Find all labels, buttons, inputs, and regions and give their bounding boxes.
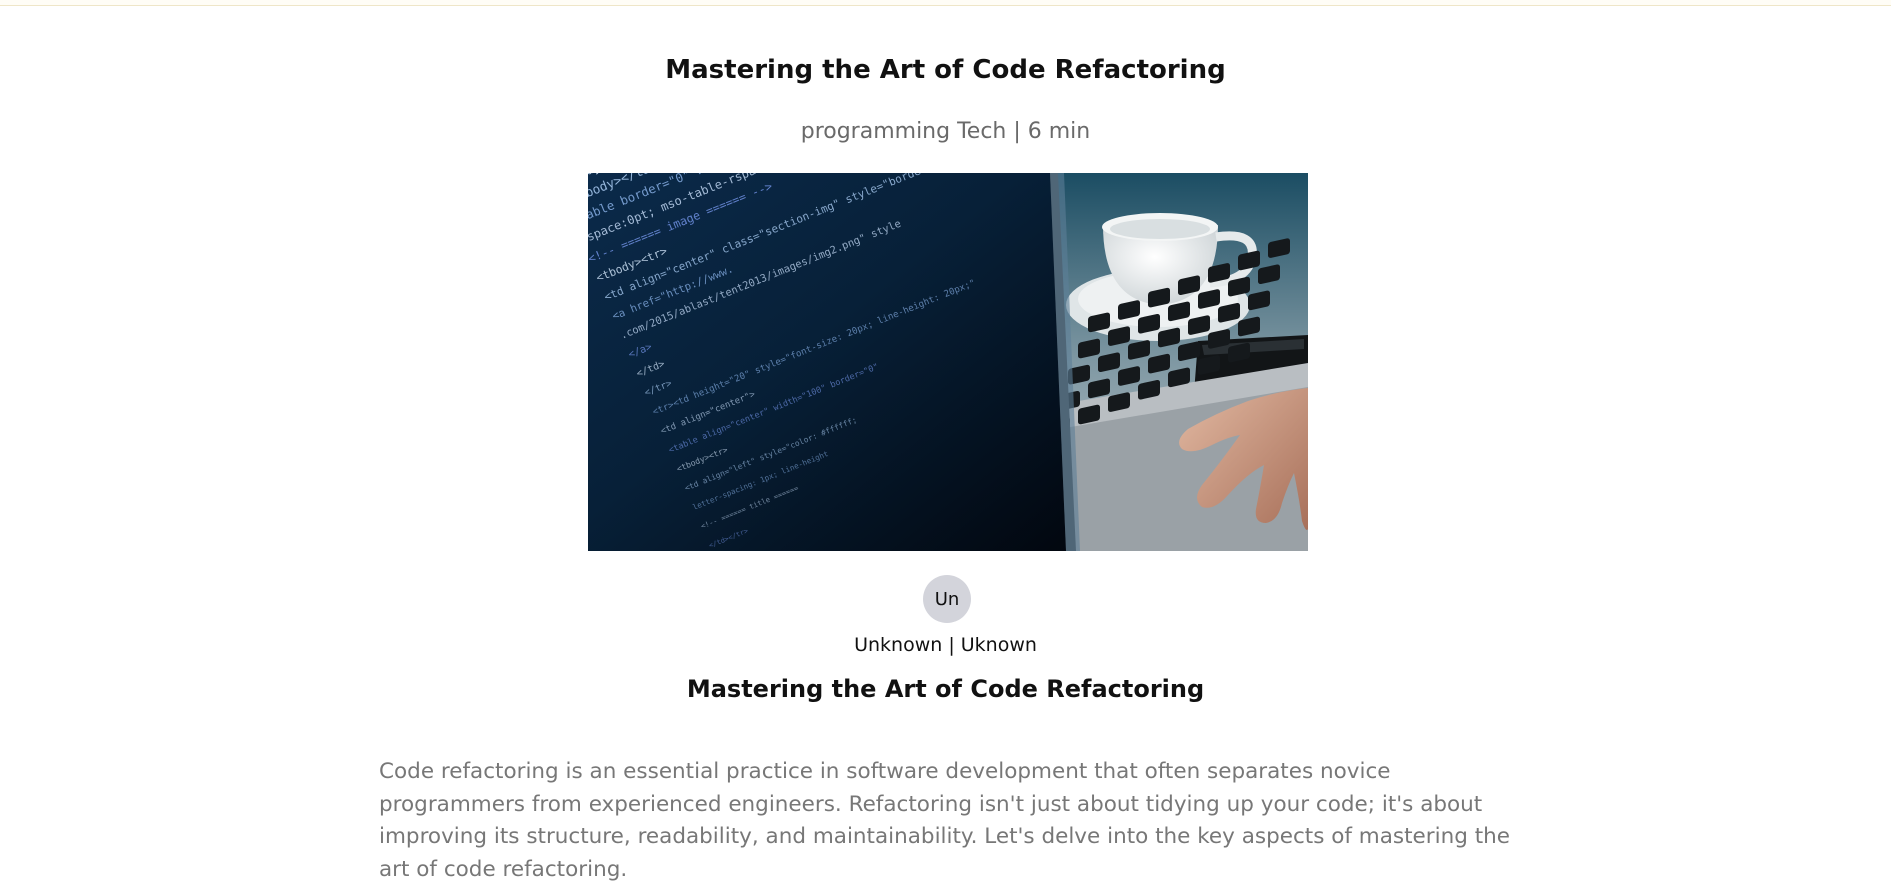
article-title: Mastering the Art of Code Refactoring (665, 55, 1226, 85)
article-subtitle: Mastering the Art of Code Refactoring (686, 675, 1205, 703)
article-body: Code refactoring is an essential practic… (379, 759, 1510, 882)
hero-image: <tbody><tr><td width</tbody></table><tab… (588, 173, 1308, 551)
author-avatar[interactable]: Un (923, 575, 971, 623)
article: Mastering the Art of Code Refactoring pr… (0, 0, 1891, 891)
avatar-initials: Un (934, 588, 960, 610)
author-line: Unknown | Uknown (854, 634, 1037, 656)
article-meta: programming Tech | 6 min (800, 119, 1091, 144)
